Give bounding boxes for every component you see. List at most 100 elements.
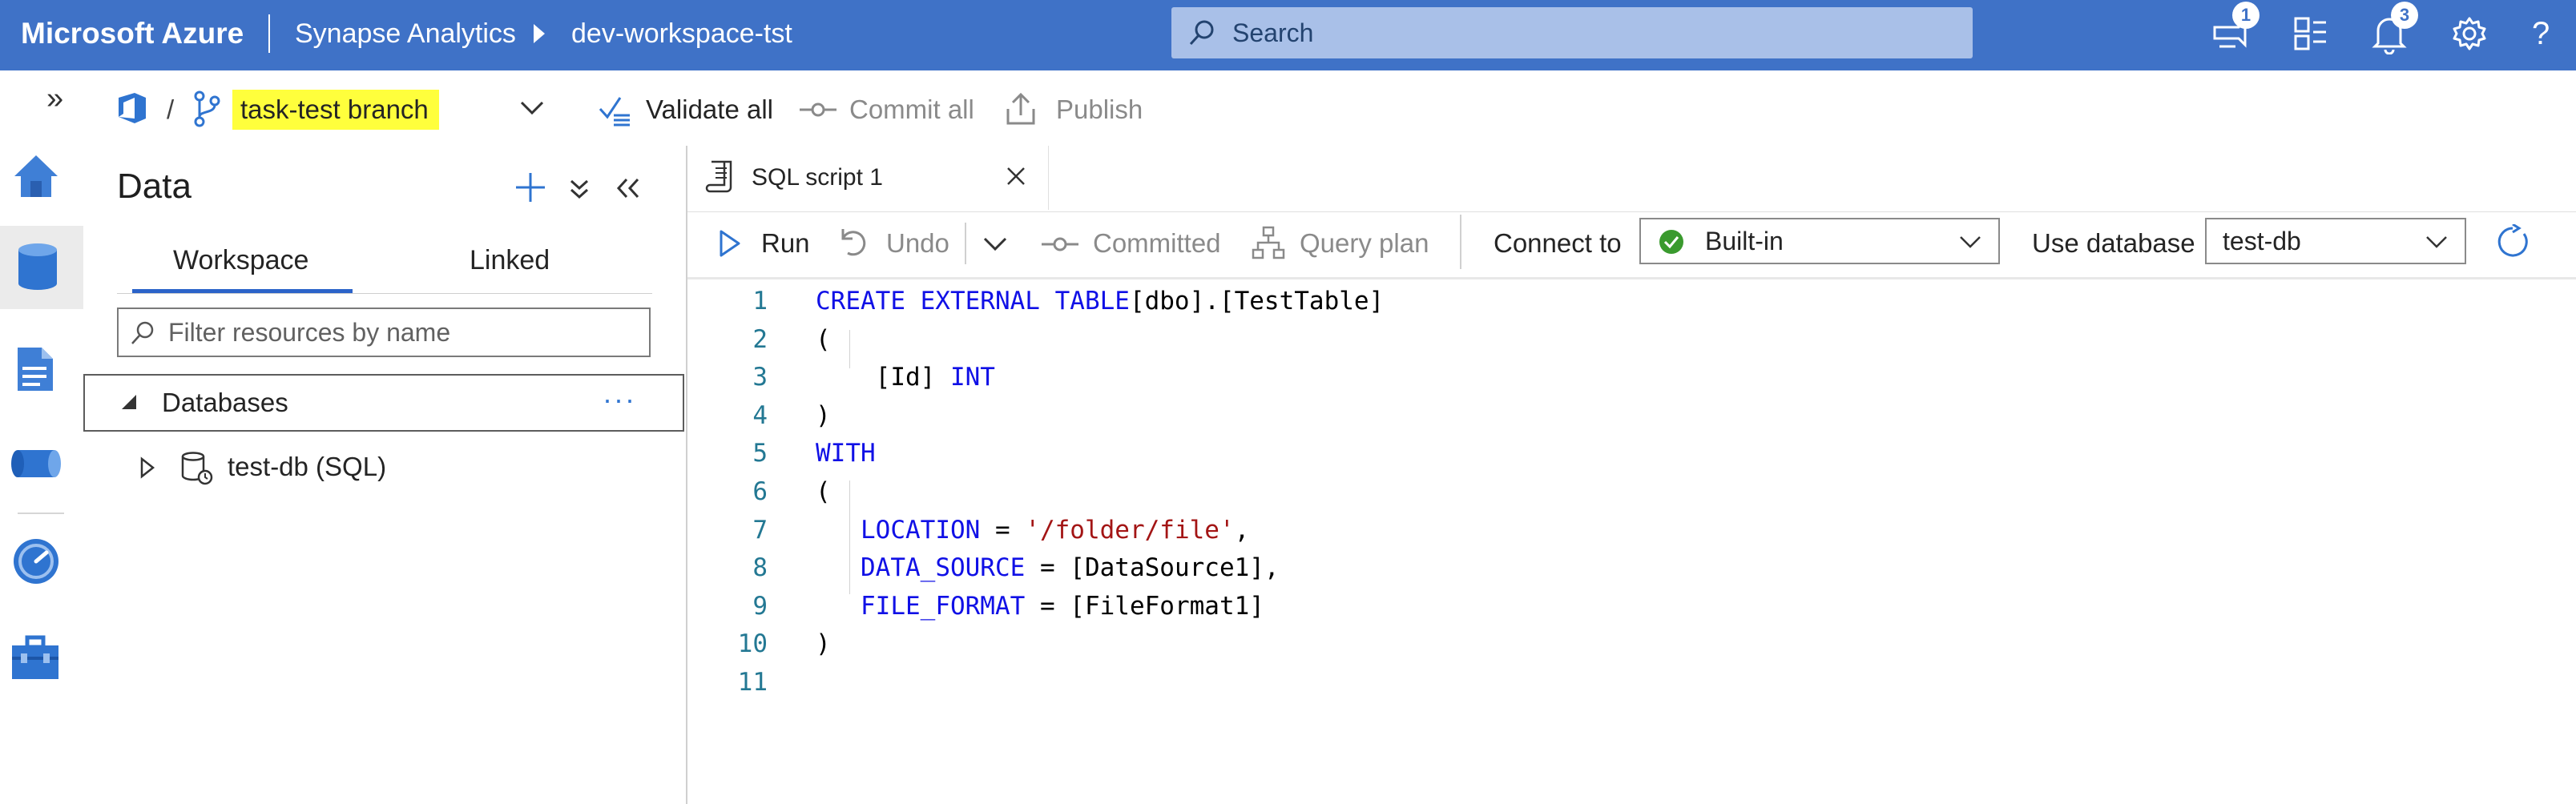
- sql-string: '/folder/file': [1025, 515, 1235, 545]
- line-number: 2: [752, 324, 768, 354]
- search-placeholder: Search: [1232, 18, 1314, 47]
- connect-to-dropdown[interactable]: Built-in: [1639, 218, 2000, 264]
- code-line: (: [816, 325, 831, 354]
- use-database-value: test-db: [2223, 227, 2301, 255]
- sql-text: = [DataSource1],: [1025, 553, 1280, 583]
- collapse-panel-icon[interactable]: [615, 176, 641, 200]
- sql-keyword: WITH: [816, 439, 876, 468]
- code-line: (: [816, 477, 831, 506]
- line-number: 4: [752, 400, 768, 430]
- sql-keyword: DATA_SOURCE: [861, 553, 1026, 583]
- panel-title: Data: [117, 167, 191, 206]
- connect-chevron-icon: [1958, 234, 1982, 250]
- rail-integrate[interactable]: [0, 424, 83, 508]
- tabs-divider: [117, 293, 652, 294]
- breadcrumb-synapse[interactable]: Synapse Analytics: [295, 0, 516, 67]
- directory-switch-icon[interactable]: [2293, 16, 2328, 51]
- filter-search-icon: [130, 320, 155, 346]
- undo-icon: [840, 226, 869, 258]
- add-resource-icon[interactable]: [514, 171, 546, 203]
- publish-button[interactable]: Publish: [1056, 90, 1143, 130]
- code-line: LOCATION = '/folder/file',: [816, 516, 1249, 545]
- rail-data[interactable]: [0, 226, 83, 309]
- commit-all-button[interactable]: Commit all: [849, 90, 974, 130]
- tab-sql-script[interactable]: SQL script 1: [687, 146, 1049, 210]
- settings-gear-icon[interactable]: [2452, 16, 2487, 51]
- toolbar-divider-2: [1460, 215, 1461, 269]
- undo-button[interactable]: Undo: [886, 223, 949, 264]
- gauge-icon: [11, 537, 61, 586]
- line-number: 7: [752, 515, 768, 545]
- more-actions-icon[interactable]: ···: [603, 376, 636, 424]
- rail-monitor[interactable]: [0, 521, 83, 604]
- sql-text: =: [980, 515, 1026, 545]
- sql-keyword: INT: [949, 363, 995, 392]
- publish-icon: [1005, 91, 1037, 127]
- line-number: 10: [737, 629, 768, 659]
- close-tab-icon[interactable]: [1005, 165, 1027, 187]
- code-line: [Id] INT: [816, 363, 995, 392]
- undo-dropdown-chevron-icon[interactable]: [982, 235, 1008, 253]
- line-number: 3: [752, 363, 768, 392]
- rail-home[interactable]: [0, 136, 83, 219]
- run-button[interactable]: Run: [761, 223, 810, 264]
- branch-dropdown-chevron-icon[interactable]: [519, 99, 545, 117]
- search-icon: [1187, 18, 1216, 47]
- committed-icon: [1042, 234, 1078, 255]
- databases-section[interactable]: Databases ···: [83, 374, 684, 432]
- sql-text: ): [816, 400, 831, 430]
- expand-rail-icon[interactable]: »: [46, 82, 63, 116]
- line-number: 9: [752, 591, 768, 621]
- toolbox-icon: [10, 634, 61, 682]
- toolbar-divider: [965, 223, 966, 264]
- query-plan-button[interactable]: Query plan: [1300, 223, 1429, 264]
- azure-brand[interactable]: Microsoft Azure: [21, 0, 244, 67]
- sql-keyword: FILE_FORMAT: [861, 591, 1026, 621]
- line-number: 11: [737, 668, 768, 697]
- branch-name[interactable]: task-test branch: [240, 90, 429, 130]
- line-number: 8: [752, 553, 768, 583]
- connect-to-label: Connect to: [1494, 228, 1622, 258]
- expand-triangle-icon: [139, 456, 155, 479]
- collapse-all-icon[interactable]: [567, 178, 591, 202]
- breadcrumb-workspace[interactable]: dev-workspace-tst: [571, 0, 792, 67]
- refresh-icon[interactable]: [2495, 224, 2530, 259]
- code-line: CREATE EXTERNAL TABLE[dbo].[TestTable]: [816, 287, 1384, 316]
- pipeline-icon: [10, 444, 62, 484]
- line-number: 5: [752, 439, 768, 468]
- home-icon: [11, 151, 61, 200]
- sql-text: (: [816, 324, 831, 354]
- filter-input[interactable]: Filter resources by name: [117, 308, 651, 357]
- query-plan-icon: [1252, 226, 1285, 259]
- sql-code-editor[interactable]: 1 CREATE EXTERNAL TABLE[dbo].[TestTable] 2…: [687, 282, 2576, 804]
- tab-linked[interactable]: Linked: [470, 240, 550, 280]
- rail-manage[interactable]: [0, 618, 83, 701]
- git-branch-icon: [192, 90, 221, 128]
- search-box[interactable]: Search: [1171, 7, 1973, 58]
- sql-keyword: LOCATION: [861, 515, 981, 545]
- rail-develop[interactable]: [0, 330, 83, 413]
- sql-text: ): [816, 629, 831, 659]
- devops-icon[interactable]: [114, 90, 151, 127]
- collapse-triangle-icon: [120, 393, 138, 411]
- help-icon[interactable]: ?: [2532, 0, 2550, 67]
- line-number: 6: [752, 477, 768, 506]
- sql-text: [Id]: [816, 363, 950, 392]
- committed-button[interactable]: Committed: [1093, 223, 1221, 264]
- tab-workspace[interactable]: Workspace: [173, 240, 308, 280]
- line-number: 1: [752, 287, 768, 316]
- run-play-icon: [718, 229, 742, 258]
- brand-divider: [268, 14, 270, 53]
- code-line: ): [816, 629, 831, 658]
- sql-text: [dbo].[TestTable]: [1129, 287, 1385, 316]
- code-line: DATA_SOURCE = [DataSource1],: [816, 553, 1280, 582]
- use-database-dropdown[interactable]: test-db: [2205, 218, 2466, 264]
- validate-all-button[interactable]: Validate all: [646, 90, 773, 130]
- use-database-label: Use database: [2032, 228, 2195, 258]
- sql-text: ,: [1234, 515, 1250, 545]
- code-line: FILE_FORMAT = [FileFormat1]: [816, 592, 1264, 621]
- tree-item[interactable]: test-db (SQL): [83, 442, 684, 492]
